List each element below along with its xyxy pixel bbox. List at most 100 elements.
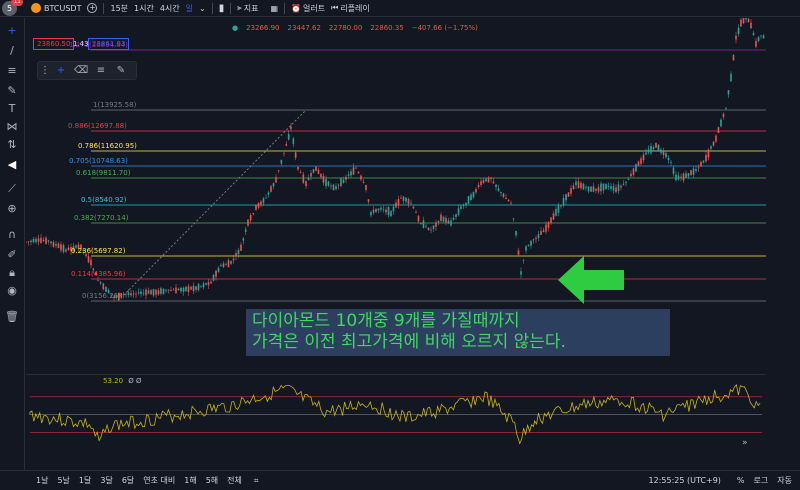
log-scale-button[interactable]: 로그 [754,475,769,486]
candle-body [445,217,447,223]
symbol-search-button[interactable]: BTCUSDT [44,4,81,13]
candle-body [397,199,400,206]
compare-plus-icon[interactable]: + [87,3,98,13]
rsi-pane[interactable] [26,374,766,470]
candle-type-icon[interactable]: ▮ [219,3,225,14]
candle-body [342,179,345,183]
candle-body [30,240,32,243]
candle-body [187,286,190,292]
candle-body [60,244,62,251]
candle-body [247,219,249,226]
avatar[interactable]: 5 11 [2,0,23,16]
range-ytd[interactable]: 연초 대비 [143,475,175,486]
interval-1d[interactable]: 일 [186,3,193,14]
candle-body [520,271,522,275]
eraser-icon[interactable]: ⌫ [74,64,88,78]
candle-body [62,245,65,252]
stay-drawing-icon[interactable]: ✐ [5,248,19,262]
drag-handle-icon[interactable]: ⋮ [40,64,50,78]
fib-level-label: 0.236(5697.82) [71,247,126,255]
candle-body [515,230,517,236]
range-5y[interactable]: 5해 [206,475,218,486]
candle-body [220,265,222,267]
price-scale[interactable] [766,18,800,470]
measure-icon[interactable]: ⇅ [5,138,19,152]
candle-body [512,218,515,220]
candle-body [242,238,245,241]
candle-body [420,223,422,225]
candle-body [55,243,57,246]
candle-body [617,184,620,192]
range-5d[interactable]: 5날 [57,475,69,486]
ruler-icon[interactable]: ⟋ [5,182,19,196]
candle-body [537,234,540,238]
scroll-to-latest-icon[interactable]: » [742,438,748,448]
interval-15m[interactable]: 15분 [110,3,128,14]
candle-body [325,179,327,187]
pattern-icon[interactable]: ⋈ [5,120,19,134]
candle-body [762,35,765,39]
candle-body [170,290,172,291]
alert-button[interactable]: 얼러트 [303,3,325,14]
buy-price-box[interactable]: 23861.93 [88,38,130,50]
candle-body [37,238,40,242]
candle-body [460,206,462,209]
candle-body [702,160,705,163]
range-1y[interactable]: 1해 [184,475,196,486]
candle-body [655,143,657,148]
fib-icon[interactable]: ≡ [5,64,19,78]
indicators-icon[interactable]: ⫸ [237,3,242,13]
interval-1h[interactable]: 1시간 [134,3,154,14]
candle-body [450,220,452,226]
candle-body [542,230,545,233]
fib-icon[interactable]: ≡ [94,64,108,78]
brush-icon[interactable]: ✎ [114,64,128,78]
caption-line-2: 가격은 이전 최고가격에 비해 오르지 않는다. [252,332,566,352]
candle-body [297,166,299,170]
zoom-icon[interactable]: ⊕ [5,202,19,216]
replay-button[interactable]: 리플레이 [340,3,369,14]
ohlc-high: 23447.62 [287,24,321,32]
candle-body [647,149,650,153]
candle-body [26,241,27,243]
range-6m[interactable]: 6달 [122,475,134,486]
interval-4h[interactable]: 4시간 [160,3,180,14]
eye-icon[interactable]: ◉ [5,284,19,298]
layout-grid-icon[interactable]: ▦ [271,4,279,13]
percent-scale-button[interactable]: % [737,476,745,485]
candle-body [152,288,155,296]
candle-body [402,196,405,201]
candle-body [65,249,67,252]
text-icon[interactable]: T [5,102,19,116]
candle-body [382,209,385,211]
notification-badge: 11 [11,0,23,6]
goto-date-icon[interactable]: ⌗ [254,476,259,486]
interval-dropdown-icon[interactable]: ⌄ [199,4,206,13]
lock-icon[interactable]: 🔒︎ [5,266,19,280]
indicators-button[interactable]: 지표 [244,3,259,14]
candle-body [99,282,102,284]
range-1d[interactable]: 1날 [36,475,48,486]
crosshair-icon[interactable]: + [5,24,19,38]
trendline-icon[interactable]: / [5,44,19,58]
clock-time[interactable]: 12:55:25 (UTC+9) [649,476,721,485]
candle-body [160,288,162,294]
candle-body [385,209,387,213]
range-3m[interactable]: 3달 [100,475,112,486]
replay-icon[interactable]: ⏮ [331,3,338,13]
trash-icon[interactable]: 🗑︎ [5,310,19,324]
range-1m[interactable]: 1달 [79,475,91,486]
arrow-left-icon[interactable]: ◀ [5,158,19,172]
range-all[interactable]: 전체 [227,475,242,486]
candle-body [522,259,525,261]
candle-body [262,198,265,204]
crosshair-icon[interactable]: + [54,64,68,78]
auto-scale-button[interactable]: 자동 [777,475,792,486]
alert-icon[interactable]: ⏰ [291,4,301,13]
brush-icon[interactable]: ✎ [5,84,19,98]
candle-body [400,197,402,199]
candle-body [260,201,262,206]
candle-body [750,22,752,29]
candle-body [244,229,247,233]
magnet-icon[interactable]: ∩ [5,228,19,242]
